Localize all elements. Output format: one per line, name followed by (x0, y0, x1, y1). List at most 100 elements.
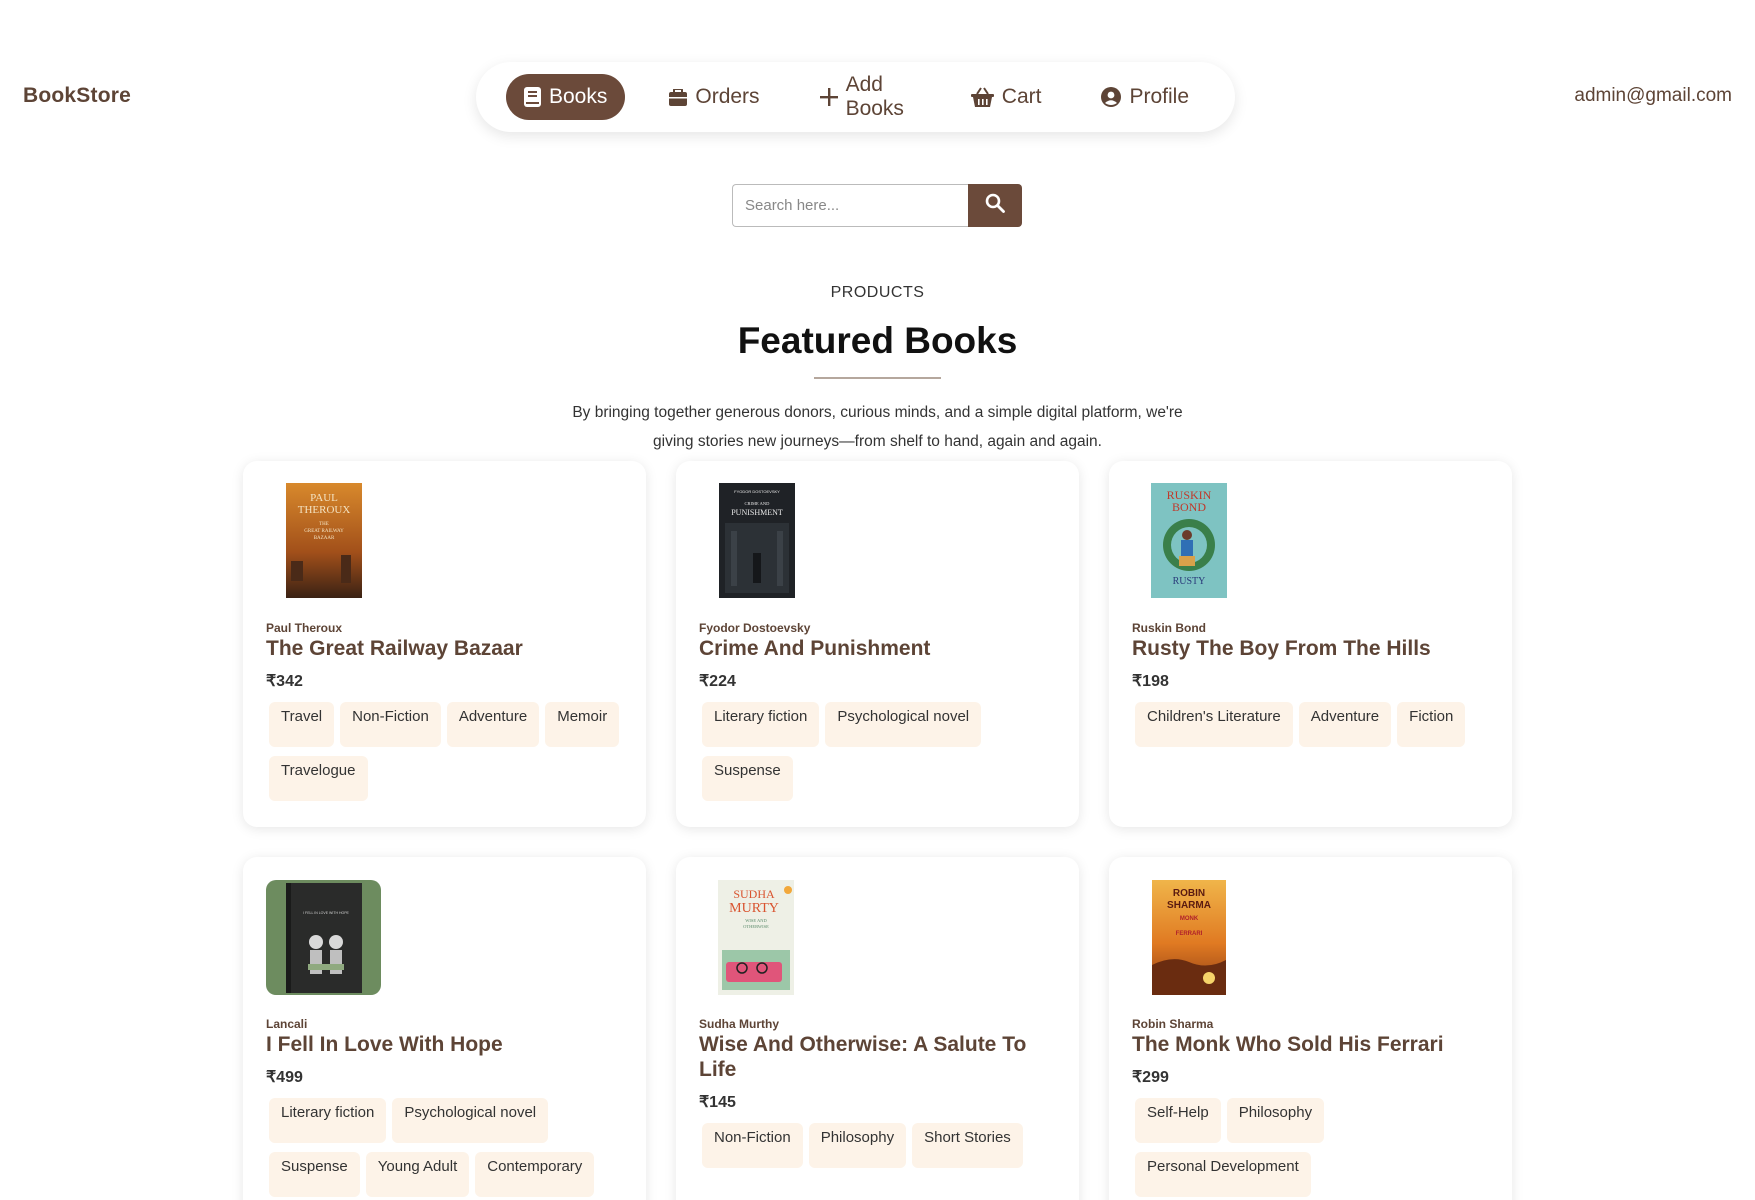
book-cover[interactable]: FYODOR DOSTOEVSKY CRIME AND PUNISHMENT (719, 483, 795, 603)
nav-books[interactable]: Books (506, 74, 626, 120)
book-card[interactable]: SUDHA MURTY WISE AND OTHERWISE Sudha Mur… (676, 857, 1079, 1200)
genre-tag: Psychological novel (825, 702, 982, 747)
genre-tag: Children's Literature (1135, 702, 1293, 747)
svg-text:SUDHA: SUDHA (733, 887, 775, 901)
svg-text:OTHERWISE: OTHERWISE (743, 924, 769, 929)
nav-profile-label: Profile (1129, 85, 1189, 108)
book-cover[interactable]: SUDHA MURTY WISE AND OTHERWISE (718, 880, 794, 1000)
tag-list: Children's Literature Adventure Fiction (1135, 702, 1495, 747)
svg-text:RUSTY: RUSTY (1173, 576, 1206, 587)
book-author: Robin Sharma (1132, 1017, 1214, 1031)
genre-tag: Suspense (702, 756, 793, 801)
genre-tag: Travelogue (269, 756, 368, 801)
search-button[interactable] (968, 184, 1022, 227)
svg-text:THEROUX: THEROUX (298, 504, 351, 516)
svg-text:MONK: MONK (1180, 916, 1199, 922)
book-author: Paul Theroux (266, 621, 343, 635)
genre-tag: Personal Development (1135, 1152, 1311, 1197)
search-input[interactable] (732, 184, 968, 227)
tag-list: Travel Non-Fiction Adventure Memoir Trav… (269, 702, 629, 801)
svg-text:BOND: BOND (1172, 500, 1206, 514)
book-card[interactable]: I FELL IN LOVE WITH HOPE Lancali I Fell … (243, 857, 646, 1200)
book-author: Lancali (266, 1017, 308, 1031)
nav-cart-label: Cart (1001, 85, 1042, 108)
nav-profile[interactable]: Profile (1085, 74, 1205, 120)
book-title[interactable]: I Fell In Love With Hope (266, 1032, 626, 1057)
book-price: ₹499 (266, 1069, 303, 1086)
book-author: Sudha Murthy (699, 1017, 779, 1031)
book-title[interactable]: Rusty The Boy From The Hills (1132, 636, 1492, 661)
svg-text:FERRARI: FERRARI (1176, 931, 1203, 937)
genre-tag: Young Adult (365, 1152, 470, 1197)
basket-icon (970, 87, 994, 107)
genre-tag: Adventure (446, 702, 540, 747)
book-card[interactable]: PAUL THEROUX THE GREAT RAILWAY BAZAAR Pa… (243, 461, 646, 827)
tag-list: Self-Help Philosophy Personal Developmen… (1135, 1098, 1495, 1197)
book-card[interactable]: FYODOR DOSTOEVSKY CRIME AND PUNISHMENT F… (676, 461, 1079, 827)
genre-tag: Adventure (1298, 702, 1392, 747)
nav-add-books[interactable]: Add Books (804, 73, 927, 120)
nav-add-books-label: Add Books (845, 73, 904, 120)
plus-icon (819, 88, 838, 106)
genre-tag: Short Stories (912, 1123, 1023, 1168)
book-title[interactable]: The Monk Who Sold His Ferrari (1132, 1032, 1492, 1057)
svg-text:GREAT RAILWAY: GREAT RAILWAY (304, 529, 344, 534)
book-price: ₹198 (1132, 673, 1169, 690)
genre-tag: Self-Help (1135, 1098, 1221, 1143)
book-author: Fyodor Dostoevsky (699, 621, 811, 635)
book-price: ₹145 (699, 1094, 736, 1111)
genre-tag: Contemporary (475, 1152, 595, 1197)
genre-tag: Non-Fiction (702, 1123, 803, 1168)
svg-text:PAUL: PAUL (310, 492, 338, 504)
section-eyebrow: PRODUCTS (830, 284, 925, 301)
genre-tag: Travel (269, 702, 335, 747)
genre-tag: Memoir (545, 702, 620, 747)
genre-tag: Literary fiction (269, 1098, 387, 1143)
genre-tag: Suspense (269, 1152, 360, 1197)
book-cover[interactable]: I FELL IN LOVE WITH HOPE (266, 880, 381, 1000)
svg-text:BAZAAR: BAZAAR (314, 536, 335, 541)
main-nav: Books Orders Add Books Cart Profile (476, 62, 1235, 132)
genre-tag: Philosophy (808, 1123, 907, 1168)
genre-tag: Psychological novel (392, 1098, 549, 1143)
book-title[interactable]: Crime And Punishment (699, 636, 1059, 661)
nav-orders-label: Orders (695, 85, 760, 108)
section-intro: By bringing together generous donors, cu… (572, 404, 1183, 450)
svg-text:CRIME AND: CRIME AND (745, 501, 771, 506)
tag-list: Non-Fiction Philosophy Short Stories (702, 1123, 1062, 1168)
tag-list: Literary fiction Psychological novel Sus… (702, 702, 1062, 801)
nav-orders[interactable]: Orders (653, 74, 775, 120)
user-email: admin@gmail.com (1574, 85, 1732, 106)
book-author: Ruskin Bond (1132, 621, 1206, 635)
book-cover[interactable]: PAUL THEROUX THE GREAT RAILWAY BAZAAR (286, 483, 362, 603)
nav-cart[interactable]: Cart (955, 74, 1058, 120)
svg-text:THE: THE (319, 522, 329, 527)
book-cover[interactable]: RUSKIN BOND RUSTY (1151, 483, 1227, 603)
nav-books-label: Books (549, 85, 608, 108)
section-title: Featured Books (737, 320, 1018, 361)
book-price: ₹342 (266, 673, 303, 690)
book-card[interactable]: ROBIN SHARMA MONK FERRARI Robin Sharma T… (1109, 857, 1512, 1200)
briefcase-icon (669, 88, 688, 106)
book-title[interactable]: The Great Railway Bazaar (266, 636, 626, 661)
book-card[interactable]: RUSKIN BOND RUSTY Ruskin Bond Rusty The … (1109, 461, 1512, 827)
svg-text:ROBIN: ROBIN (1173, 888, 1205, 899)
svg-text:MURTY: MURTY (729, 901, 779, 916)
svg-text:I FELL IN LOVE WITH HOPE: I FELL IN LOVE WITH HOPE (303, 911, 349, 915)
svg-text:FYODOR DOSTOEVSKY: FYODOR DOSTOEVSKY (734, 489, 780, 494)
book-cover[interactable]: ROBIN SHARMA MONK FERRARI (1152, 880, 1226, 1000)
title-divider (814, 377, 941, 379)
search-bar (732, 184, 1022, 227)
genre-tag: Fiction (1397, 702, 1466, 747)
genre-tag: Literary fiction (702, 702, 820, 747)
svg-text:PUNISHMENT: PUNISHMENT (731, 508, 783, 517)
genre-tag: Non-Fiction (340, 702, 441, 747)
search-icon (985, 193, 1005, 218)
svg-text:WISE AND: WISE AND (745, 918, 767, 923)
book-title[interactable]: Wise And Otherwise: A Salute To Life (699, 1032, 1059, 1082)
tag-list: Literary fiction Psychological novel Sus… (269, 1098, 629, 1197)
genre-tag: Philosophy (1226, 1098, 1325, 1143)
book-price: ₹299 (1132, 1069, 1169, 1086)
book-price: ₹224 (699, 673, 736, 690)
brand-logo[interactable]: BookStore (23, 84, 131, 108)
